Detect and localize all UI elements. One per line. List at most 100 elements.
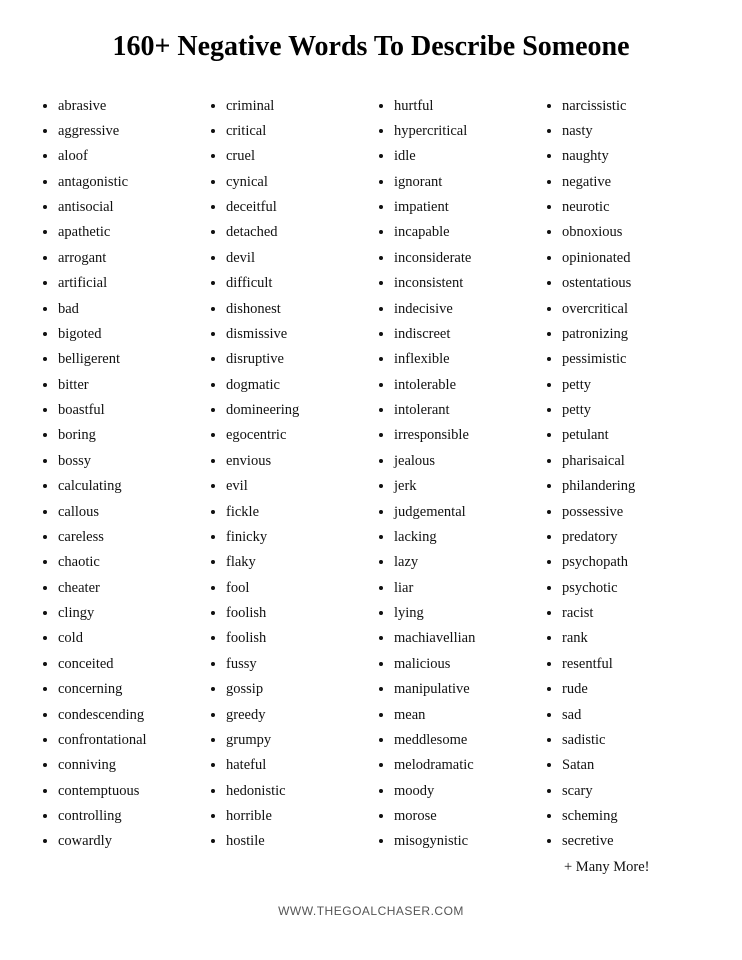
list-item: fickle <box>226 500 366 525</box>
list-item: neurotic <box>562 195 702 220</box>
list-item: resentful <box>562 652 702 677</box>
list-item: inconsiderate <box>394 246 534 271</box>
list-item: ostentatious <box>562 271 702 296</box>
list-item: cowardly <box>58 829 198 854</box>
plus-more-label: + Many More! <box>544 855 702 880</box>
list-item: hostile <box>226 829 366 854</box>
list-item: intolerable <box>394 373 534 398</box>
list-item: machiavellian <box>394 626 534 651</box>
list-item: bigoted <box>58 322 198 347</box>
list-item: aggressive <box>58 119 198 144</box>
list-item: bossy <box>58 449 198 474</box>
list-item: psychopath <box>562 550 702 575</box>
list-item: grumpy <box>226 728 366 753</box>
list-item: foolish <box>226 626 366 651</box>
list-item: horrible <box>226 804 366 829</box>
list-item: melodramatic <box>394 753 534 778</box>
list-item: envious <box>226 449 366 474</box>
list-item: indecisive <box>394 297 534 322</box>
list-item: contemptuous <box>58 779 198 804</box>
list-item: hateful <box>226 753 366 778</box>
list-item: confrontational <box>58 728 198 753</box>
list-item: obnoxious <box>562 220 702 245</box>
list-item: detached <box>226 220 366 245</box>
column-2: criminalcriticalcruelcynicaldeceitfuldet… <box>208 94 366 881</box>
list-item: lacking <box>394 525 534 550</box>
list-item: critical <box>226 119 366 144</box>
list-item: devil <box>226 246 366 271</box>
list-item: psychotic <box>562 576 702 601</box>
list-item: arrogant <box>58 246 198 271</box>
list-item: morose <box>394 804 534 829</box>
list-item: antagonistic <box>58 170 198 195</box>
list-item: possessive <box>562 500 702 525</box>
list-item: moody <box>394 779 534 804</box>
list-item: incapable <box>394 220 534 245</box>
list-item: liar <box>394 576 534 601</box>
list-item: pharisaical <box>562 449 702 474</box>
list-item: finicky <box>226 525 366 550</box>
list-item: rank <box>562 626 702 651</box>
list-item: petulant <box>562 423 702 448</box>
list-item: evil <box>226 474 366 499</box>
list-item: fussy <box>226 652 366 677</box>
list-item: cruel <box>226 144 366 169</box>
list-item: pessimistic <box>562 347 702 372</box>
list-item: philandering <box>562 474 702 499</box>
list-item: chaotic <box>58 550 198 575</box>
list-item: malicious <box>394 652 534 677</box>
list-item: sadistic <box>562 728 702 753</box>
list-item: lazy <box>394 550 534 575</box>
list-item: condescending <box>58 703 198 728</box>
list-item: careless <box>58 525 198 550</box>
list-item: boastful <box>58 398 198 423</box>
list-item: rude <box>562 677 702 702</box>
column-4: narcissisticnastynaughtynegativeneurotic… <box>544 94 702 881</box>
column-1: abrasiveaggressivealoofantagonisticantis… <box>40 94 198 881</box>
list-item: boring <box>58 423 198 448</box>
list-item: abrasive <box>58 94 198 119</box>
list-item: irresponsible <box>394 423 534 448</box>
list-item: greedy <box>226 703 366 728</box>
word-columns: abrasiveaggressivealoofantagonisticantis… <box>40 94 702 881</box>
list-item: cold <box>58 626 198 651</box>
list-item: cheater <box>58 576 198 601</box>
list-item: foolish <box>226 601 366 626</box>
list-item: jealous <box>394 449 534 474</box>
list-item: deceitful <box>226 195 366 220</box>
list-item: lying <box>394 601 534 626</box>
list-item: clingy <box>58 601 198 626</box>
list-item: criminal <box>226 94 366 119</box>
list-item: predatory <box>562 525 702 550</box>
list-item: controlling <box>58 804 198 829</box>
list-item: fool <box>226 576 366 601</box>
list-item: nasty <box>562 119 702 144</box>
list-item: dishonest <box>226 297 366 322</box>
list-item: petty <box>562 373 702 398</box>
list-item: gossip <box>226 677 366 702</box>
list-item: bitter <box>58 373 198 398</box>
list-item: artificial <box>58 271 198 296</box>
list-item: difficult <box>226 271 366 296</box>
list-item: manipulative <box>394 677 534 702</box>
list-item: indiscreet <box>394 322 534 347</box>
list-item: overcritical <box>562 297 702 322</box>
list-item: callous <box>58 500 198 525</box>
list-item: disruptive <box>226 347 366 372</box>
list-item: hypercritical <box>394 119 534 144</box>
list-item: patronizing <box>562 322 702 347</box>
list-item: meddlesome <box>394 728 534 753</box>
list-item: scheming <box>562 804 702 829</box>
list-item: sad <box>562 703 702 728</box>
list-item: judgemental <box>394 500 534 525</box>
list-item: aloof <box>58 144 198 169</box>
list-item: hurtful <box>394 94 534 119</box>
list-item: dismissive <box>226 322 366 347</box>
list-item: concerning <box>58 677 198 702</box>
list-item: narcissistic <box>562 94 702 119</box>
list-item: antisocial <box>58 195 198 220</box>
list-item: dogmatic <box>226 373 366 398</box>
list-item: inflexible <box>394 347 534 372</box>
list-item: misogynistic <box>394 829 534 854</box>
list-item: petty <box>562 398 702 423</box>
